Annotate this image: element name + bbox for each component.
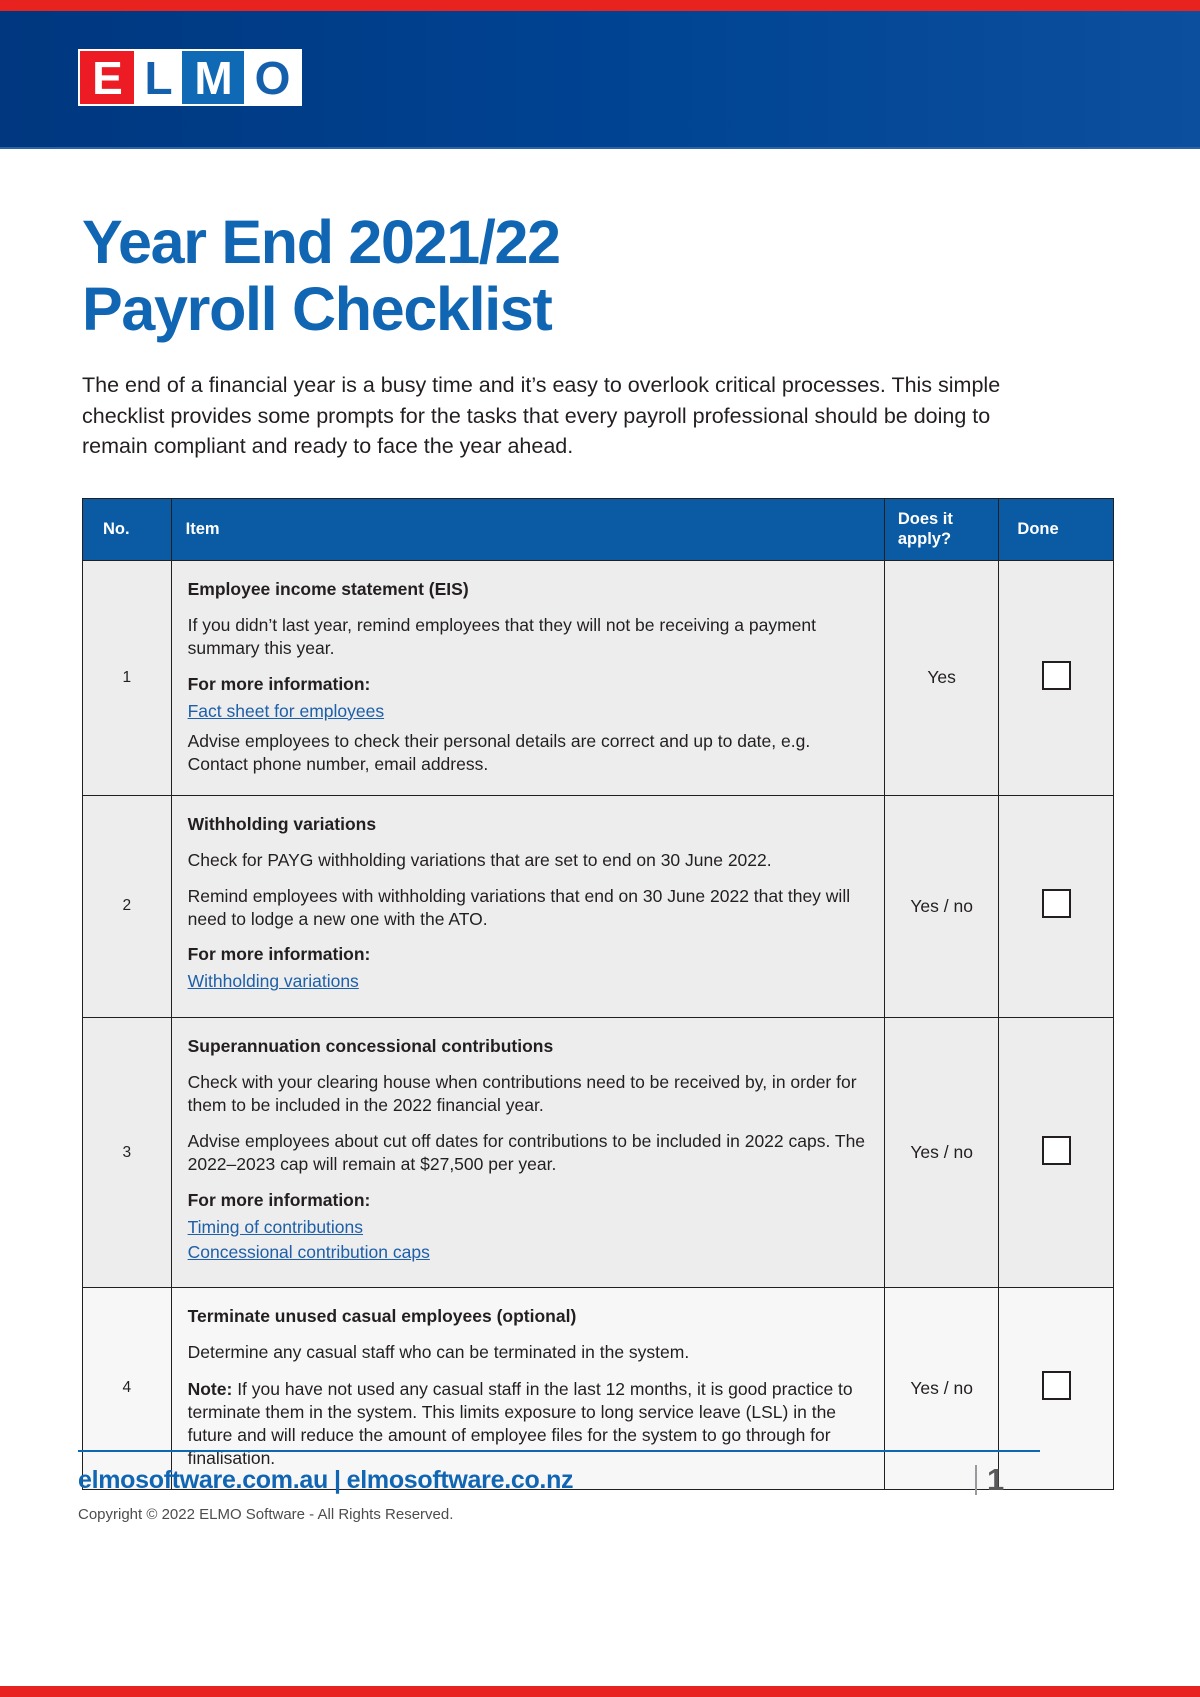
- top-accent-bar: [0, 0, 1200, 11]
- checklist-table-body: 1 Employee income statement (EIS) If you…: [82, 560, 1114, 1490]
- row-does-it-apply: Yes / no: [883, 794, 1000, 1018]
- row-done-cell: [998, 794, 1114, 1018]
- item-links: Timing of contributions Concessional con…: [188, 1215, 868, 1266]
- item-title: Withholding variations: [187, 813, 377, 834]
- done-checkbox[interactable]: [1041, 660, 1071, 690]
- page-title-line-2: Payroll Checklist: [82, 275, 553, 344]
- footer-sites: elmosoftware.com.au | elmosoftware.co.nz: [78, 1466, 574, 1495]
- logo-letter-l: L: [134, 51, 182, 104]
- item-paragraph: Check for PAYG withholding variations th…: [187, 849, 772, 870]
- row-item-content: Withholding variations Check for PAYG wi…: [170, 794, 885, 1018]
- logo-letter-e: E: [80, 51, 134, 104]
- item-link[interactable]: Withholding variations: [188, 969, 868, 994]
- item-paragraph: Remind employees with withholding variat…: [187, 885, 851, 930]
- item-paragraph: Advise employees about cut off dates for…: [187, 1131, 866, 1175]
- item-link[interactable]: Timing of contributions: [188, 1215, 868, 1240]
- row-number: 1: [82, 560, 172, 796]
- elmo-logo: E L M O: [78, 49, 302, 106]
- footer-link-nz[interactable]: elmosoftware.co.nz: [347, 1466, 574, 1494]
- bottom-accent-bar: [0, 1686, 1200, 1697]
- item-trailing-paragraph: Advise employees to check their personal…: [187, 731, 811, 775]
- row-done-cell: [998, 1287, 1114, 1490]
- row-number: 4: [82, 1287, 172, 1490]
- intro-paragraph: The end of a financial year is a busy ti…: [82, 373, 1001, 459]
- table-row: 2 Withholding variations Check for PAYG …: [82, 794, 1114, 1018]
- item-note-prefix: Note:: [187, 1378, 233, 1399]
- column-header-apply-line-2: apply?: [897, 529, 952, 548]
- table-row: 4 Terminate unused casual employees (opt…: [82, 1287, 1114, 1490]
- footer-page-indicator: 1: [975, 1462, 1004, 1498]
- row-item-content: Superannuation concessional contribution…: [170, 1016, 885, 1289]
- footer-page-divider: [975, 1465, 977, 1495]
- row-does-it-apply: Yes: [883, 560, 1000, 796]
- page-title-line-1: Year End 2021/22: [82, 208, 561, 276]
- row-item-content: Terminate unused casual employees (optio…: [170, 1287, 885, 1490]
- item-paragraph: If you didn’t last year, remind employee…: [187, 615, 816, 659]
- item-paragraph: Check with your clearing house when cont…: [187, 1071, 857, 1115]
- done-checkbox[interactable]: [1041, 889, 1071, 919]
- done-checkbox[interactable]: [1041, 1135, 1071, 1165]
- checklist-table-head: No. Item Does it apply? Done: [82, 497, 1114, 562]
- footer-copyright: Copyright © 2022 ELMO Software - All Rig…: [78, 1506, 454, 1523]
- logo-letter-o: O: [244, 51, 300, 104]
- row-does-it-apply: Yes / no: [883, 1287, 1000, 1490]
- item-links: Withholding variations: [188, 969, 868, 994]
- more-information-label: For more information:: [187, 673, 371, 694]
- item-title: Terminate unused casual employees (optio…: [187, 1306, 577, 1327]
- column-header-does-it-apply: Does it apply?: [883, 497, 1000, 562]
- column-header-no: No.: [82, 497, 172, 562]
- column-header-item: Item: [170, 497, 885, 562]
- item-links: Fact sheet for employees: [188, 699, 868, 724]
- item-paragraph: Determine any casual staff who can be te…: [187, 1342, 690, 1363]
- item-note-text: If you have not used any casual staff in…: [187, 1378, 853, 1469]
- row-number: 2: [82, 794, 172, 1018]
- page-title: Year End 2021/22 Payroll Checklist: [82, 208, 842, 344]
- item-link[interactable]: Concessional contribution caps: [188, 1240, 868, 1265]
- table-row: 3 Superannuation concessional contributi…: [82, 1016, 1114, 1289]
- item-title: Superannuation concessional contribution…: [187, 1035, 554, 1056]
- logo-letter-m: M: [182, 51, 244, 104]
- checklist-table: No. Item Does it apply? Done 1 Employee …: [82, 497, 1114, 1490]
- more-information-label: For more information:: [187, 1189, 371, 1210]
- item-title: Employee income statement (EIS): [187, 579, 469, 600]
- footer-separator: |: [333, 1466, 341, 1494]
- item-note: Note: If you have not used any casual st…: [188, 1378, 868, 1471]
- row-done-cell: [998, 560, 1114, 796]
- footer-divider: [78, 1450, 1040, 1452]
- column-header-apply-line-1: Does it: [897, 509, 953, 528]
- row-does-it-apply: Yes / no: [883, 1016, 1000, 1289]
- footer-link-au[interactable]: elmosoftware.com.au: [78, 1466, 328, 1494]
- row-done-cell: [998, 1016, 1114, 1289]
- table-header-row: No. Item Does it apply? Done: [82, 497, 1114, 562]
- column-header-done: Done: [998, 497, 1114, 562]
- item-link[interactable]: Fact sheet for employees: [188, 699, 868, 724]
- done-checkbox[interactable]: [1041, 1371, 1071, 1401]
- row-item-content: Employee income statement (EIS) If you d…: [170, 560, 885, 796]
- table-row: 1 Employee income statement (EIS) If you…: [82, 560, 1114, 796]
- row-number: 3: [82, 1016, 172, 1289]
- more-information-label: For more information:: [187, 944, 371, 965]
- page-content: Year End 2021/22 Payroll Checklist The e…: [0, 149, 1200, 1490]
- footer-page-number: 1: [987, 1462, 1005, 1497]
